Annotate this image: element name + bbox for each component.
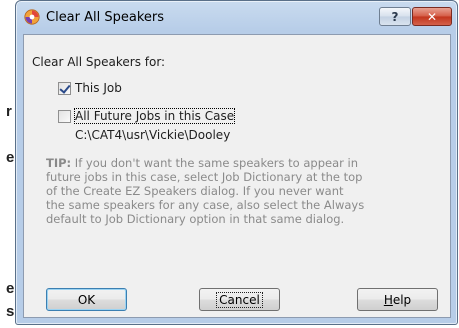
close-icon: ✕ [426,9,438,24]
dialog-body: Clear All Speakers for: This Job All Fut… [23,34,451,318]
help-label-rest: elp [392,292,412,307]
close-button[interactable]: ✕ [412,7,452,26]
clear-all-speakers-dialog: Clear All Speakers ? ✕ Clear All Speaker… [15,0,458,325]
background-text-fragment: s [6,303,15,320]
window-title: Clear All Speakers [46,10,165,25]
help-label: Help [382,293,413,307]
tip-body: If you don't want the same speakers to a… [46,156,365,226]
tip-prefix: TIP: [46,156,72,170]
help-button[interactable]: Help [357,288,438,311]
this-job-label[interactable]: This Job [75,81,122,95]
future-jobs-label[interactable]: All Future Jobs in this Case [73,108,236,124]
this-job-checkbox[interactable] [58,82,71,95]
help-mnemonic: H [383,292,393,307]
case-path: C:\CAT4\usr\Vickie\Dooley [75,128,231,142]
app-icon [24,9,40,25]
background-text-fragment: e [6,280,15,297]
future-jobs-checkbox[interactable] [58,110,71,123]
background-text-fragment: r [6,103,12,120]
cancel-label: Cancel [216,291,263,308]
ok-button[interactable]: OK [46,288,127,311]
title-help-button[interactable]: ? [379,7,411,26]
tip-text: TIP: If you don't want the same speakers… [46,156,366,226]
title-bar[interactable]: Clear All Speakers ? ✕ [16,1,457,34]
question-mark-icon: ? [391,9,399,24]
form-heading: Clear All Speakers for: [32,55,166,69]
background-text-fragment: e [6,149,15,166]
ok-label: OK [77,292,96,307]
cancel-button[interactable]: Cancel [199,288,280,311]
